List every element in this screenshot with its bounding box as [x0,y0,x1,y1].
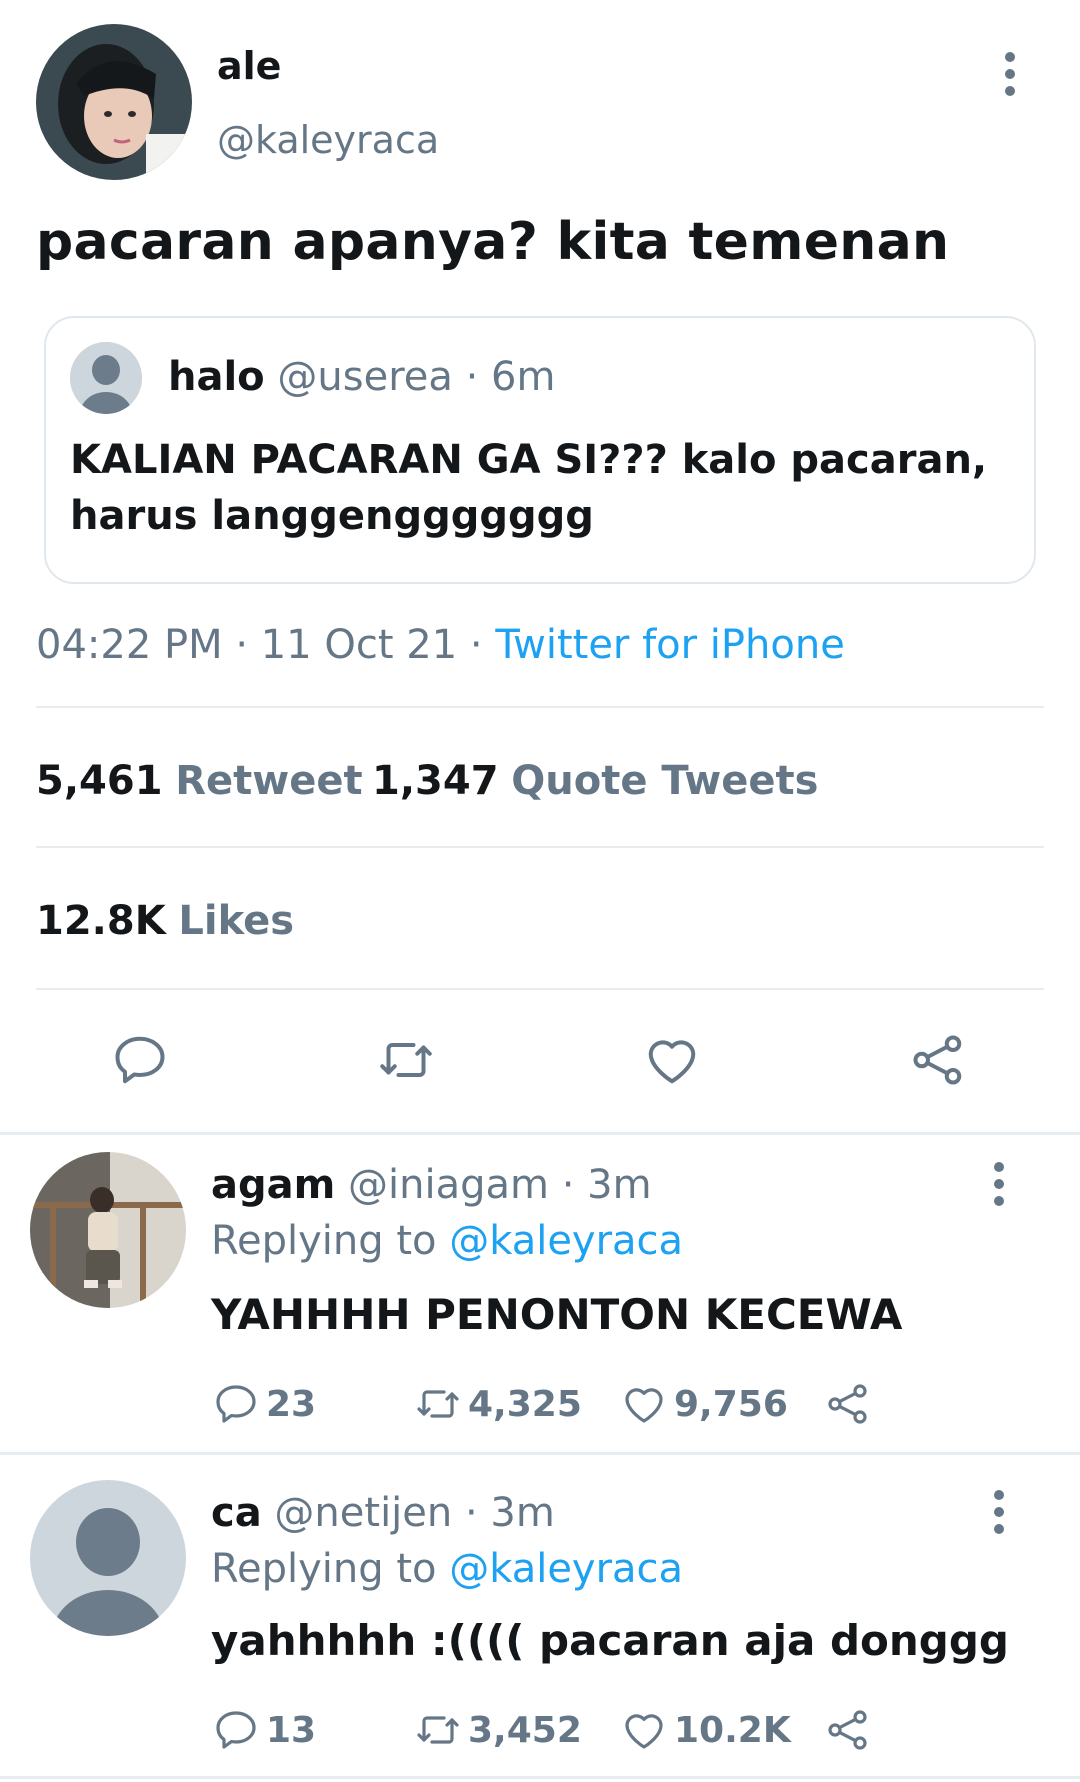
tweet-date: · 11 Oct 21 · [235,622,483,668]
like-icon [625,1714,663,1749]
likes-stats[interactable]: 12.8K Likes [36,898,294,944]
retweet-count: 4,325 [468,1383,582,1425]
retweet-count: 3,452 [468,1709,582,1751]
like-button[interactable]: 10.2K [620,1706,791,1754]
quoted-tweet-header: halo @userea · 6m [168,354,555,400]
quote-label: Quote Tweets [511,758,819,804]
replying-to: Replying to @kaleyraca [211,1546,683,1592]
reply-avatar[interactable] [30,1152,186,1308]
retweet-button[interactable]: 4,325 [414,1380,582,1428]
quoted-author-handle: @userea [277,354,453,400]
reply-button[interactable]: 23 [212,1380,316,1428]
like-count: 9,756 [674,1383,788,1425]
replying-to-handle[interactable]: @kaleyraca [449,1218,683,1264]
retweet-icon [417,1390,459,1418]
replying-to-handle[interactable]: @kaleyraca [449,1546,683,1592]
divider [0,1776,1080,1779]
divider [36,706,1044,708]
retweet-icon[interactable] [376,1030,436,1090]
reply-author-handle[interactable]: @netijen [274,1490,452,1536]
retweet-icon [417,1716,459,1744]
replying-to-prefix: Replying to [211,1218,437,1264]
reply-header: ca @netijen · 3m [211,1490,555,1536]
reply-icon [216,1385,256,1423]
quoted-tweet-card[interactable]: halo @userea · 6m KALIAN PACARAN GA SI??… [44,316,1036,584]
reply-time: · 3m [561,1162,652,1208]
reply-text: YAHHHH PENONTON KECEWA [211,1290,903,1339]
tweet-time: 04:22 PM [36,622,223,668]
retweet-stats[interactable]: 5,461 Retweet [36,758,363,804]
reply-author-name[interactable]: ca [211,1490,262,1536]
more-vertical-icon[interactable] [993,1162,1005,1208]
reply-time: · 3m [464,1490,555,1536]
quote-stats[interactable]: 1,347 Quote Tweets [372,758,818,804]
divider [36,988,1044,990]
reply-count: 13 [266,1709,317,1751]
quoted-tweet-time: · 6m [465,354,556,400]
reply-header: agam @iniagam · 3m [211,1162,652,1208]
reply-author-name[interactable]: agam [211,1162,335,1208]
divider [0,1132,1080,1135]
quote-count: 1,347 [372,758,499,804]
retweet-button[interactable]: 3,452 [414,1706,582,1754]
like-icon [625,1388,663,1423]
more-vertical-icon[interactable] [1004,52,1016,98]
share-icon[interactable] [908,1030,968,1090]
reply-button[interactable]: 13 [212,1706,316,1754]
like-icon[interactable] [642,1030,702,1090]
likes-count: 12.8K [36,898,166,944]
share-button[interactable] [824,1706,878,1754]
author-handle[interactable]: @kaleyraca [217,118,439,162]
replying-to-prefix: Replying to [211,1546,437,1592]
replying-to: Replying to @kaleyraca [211,1218,683,1264]
likes-label: Likes [178,898,295,944]
reply-text: yahhhhh :(((( pacaran aja donggg [211,1616,1009,1665]
share-icon [828,1384,867,1424]
retweet-count: 5,461 [36,758,163,804]
author-name[interactable]: ale [217,44,281,88]
quoted-tweet-text: KALIAN PACARAN GA SI??? kalo pacaran, ha… [70,437,988,539]
like-count: 10.2K [674,1709,791,1751]
reply-author-handle[interactable]: @iniagam [348,1162,549,1208]
tweet-source-link[interactable]: Twitter for iPhone [495,622,845,668]
tweet-timestamp: 04:22 PM · 11 Oct 21 · Twitter for iPhon… [36,622,845,668]
share-button[interactable] [824,1380,878,1428]
retweet-label: Retweet [175,758,363,804]
more-vertical-icon[interactable] [993,1490,1005,1536]
like-button[interactable]: 9,756 [620,1380,788,1428]
divider [36,846,1044,848]
reply-icon [216,1711,256,1749]
share-icon [828,1710,867,1750]
reply-icon[interactable] [110,1030,170,1090]
default-avatar-icon[interactable] [30,1480,186,1636]
default-avatar-icon [70,342,142,414]
divider [0,1452,1080,1455]
reply-count: 23 [266,1383,317,1425]
quoted-author-name: halo [168,354,265,400]
tweet-text: pacaran apanya? kita temenan [36,212,950,272]
author-avatar[interactable] [36,24,192,180]
